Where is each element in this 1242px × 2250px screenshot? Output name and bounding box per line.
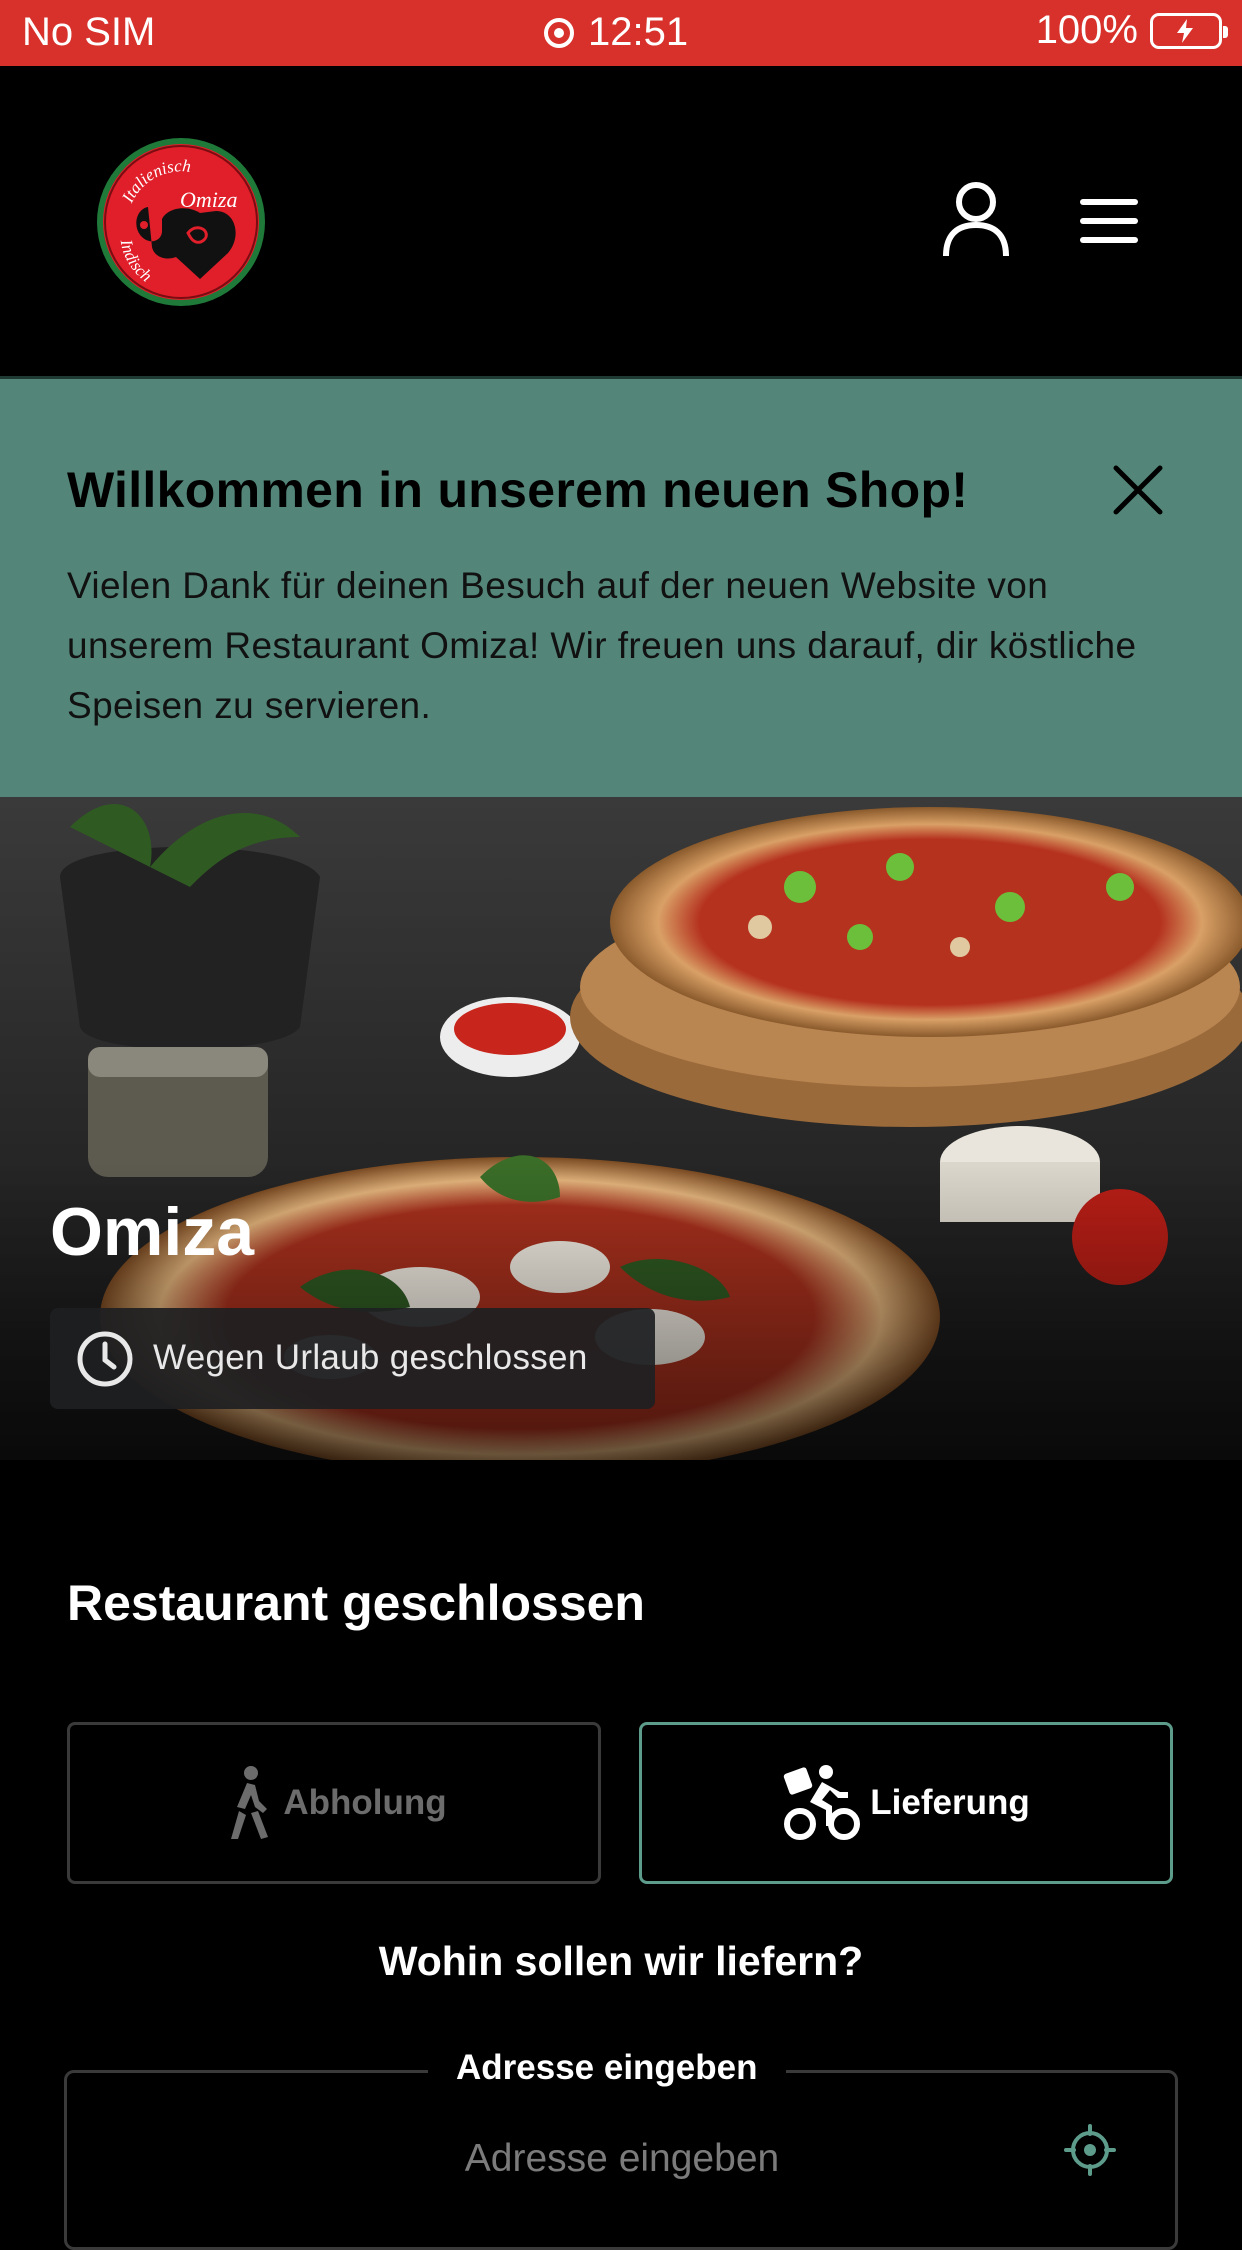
pickup-label: Abholung <box>283 1783 447 1822</box>
delivery-question: Wohin sollen wir liefern? <box>378 1938 864 1984</box>
delivery-bike-icon <box>784 1765 861 1840</box>
status-right: 100% <box>1035 8 1228 53</box>
delivery-label: Lieferung <box>870 1783 1030 1822</box>
address-legend: Adresse eingeben <box>428 2048 786 2088</box>
status-bar: No SIM 12:51 100% <box>0 0 1242 66</box>
delivery-button[interactable]: Lieferung <box>639 1722 1173 1884</box>
clock-time: 12:51 <box>588 10 689 54</box>
battery-icon <box>1150 12 1228 49</box>
battery-percent: 100% <box>1035 8 1138 52</box>
status-badge: Wegen Urlaub geschlossen <box>50 1308 655 1409</box>
section-title: Restaurant geschlossen <box>67 1575 645 1631</box>
banner-title: Willkommen in unserem neuen Shop! <box>67 462 969 518</box>
restaurant-logo[interactable]: Italienisch Omiza Indisch <box>96 137 266 307</box>
pickup-button[interactable]: Abholung <box>67 1722 601 1884</box>
status-text: Wegen Urlaub geschlossen <box>153 1338 588 1377</box>
logo-brand-text: Omiza <box>180 187 237 212</box>
walking-person-icon <box>231 1766 269 1839</box>
close-icon[interactable] <box>1110 462 1166 518</box>
status-center: 12:51 <box>544 10 688 55</box>
address-input[interactable] <box>200 2130 1044 2188</box>
user-account-icon[interactable] <box>940 180 1012 260</box>
banner-message: Vielen Dank für deinen Besuch auf der ne… <box>67 565 1137 726</box>
restaurant-name: Omiza <box>50 1194 255 1270</box>
clock-icon <box>77 1331 133 1387</box>
carrier-label: No SIM <box>22 10 156 54</box>
location-icon <box>544 17 574 48</box>
locate-me-icon[interactable] <box>1064 2124 1116 2176</box>
hamburger-menu-icon[interactable] <box>1076 196 1142 246</box>
